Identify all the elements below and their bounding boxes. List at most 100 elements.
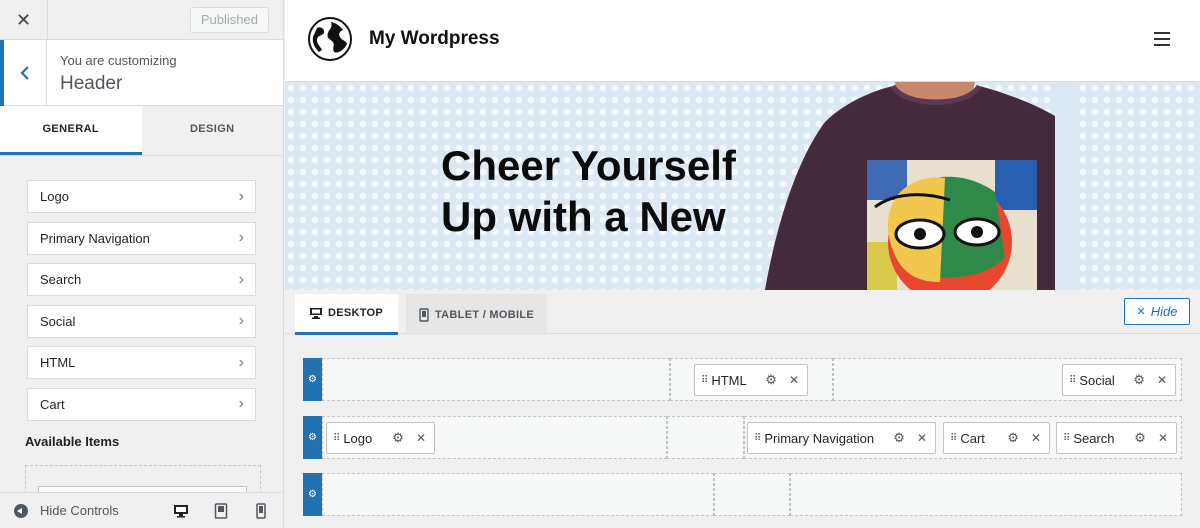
site-preview: My Wordpress Cheer Yourself Up with a Ne… (285, 0, 1200, 290)
item-social[interactable]: Social › (27, 304, 256, 338)
globe-logo-icon[interactable] (307, 16, 353, 62)
gear-icon[interactable]: ⚙ (1134, 430, 1146, 446)
builder-item-label: Primary Navigation (764, 430, 875, 446)
desktop-icon (309, 307, 322, 319)
gear-icon[interactable]: ⚙ (893, 430, 905, 446)
tab-tablet-mobile[interactable]: TABLET / MOBILE (406, 294, 547, 335)
chevron-right-icon: › (238, 270, 244, 288)
customizer-app: ✕ Published You are customizing Header G… (0, 0, 1200, 528)
builder-item-cart[interactable]: ⠿ Cart ⚙ ✕ (943, 422, 1050, 454)
row-settings-button[interactable]: ⚙ (303, 473, 322, 516)
tab-general[interactable]: GENERAL (0, 106, 142, 155)
builder-item-primary-navigation[interactable]: ⠿ Primary Navigation ⚙ ✕ (747, 422, 936, 454)
chevron-right-icon: › (238, 229, 244, 246)
section-title: Header (60, 73, 123, 94)
close-icon[interactable]: ✕ (1158, 431, 1168, 445)
drag-handle-icon[interactable]: ⠿ (950, 433, 957, 444)
customizing-text: You are customizing Header (60, 53, 177, 95)
gear-icon[interactable]: ⚙ (1133, 372, 1145, 388)
builder-item-label: Cart (960, 430, 985, 446)
customizer-sidebar: ✕ Published You are customizing Header G… (0, 0, 284, 528)
item-html[interactable]: HTML › (27, 346, 256, 379)
builder-row-top: ⚙ ⠿ HTML ⚙ ✕ ⠿ Social ⚙ ✕ (303, 358, 1182, 401)
hide-builder-button[interactable]: ✕ Hide (1124, 298, 1190, 325)
item-logo[interactable]: Logo › (27, 180, 256, 213)
published-button[interactable]: Published (189, 7, 269, 33)
hide-builder-label: Hide (1150, 304, 1178, 319)
hamburger-menu-icon[interactable] (1154, 32, 1170, 46)
gear-icon: ⚙ (308, 489, 317, 500)
drag-handle-icon[interactable]: ⠿ (754, 433, 761, 444)
hide-controls-label: Hide Controls (40, 503, 119, 518)
builder-row-bottom: ⚙ (303, 473, 1182, 516)
drag-handle-icon[interactable]: ⠿ (333, 433, 340, 444)
zone-left[interactable] (322, 358, 670, 401)
tshirt-model-image (765, 82, 1075, 290)
close-icon[interactable]: ✕ (789, 373, 799, 387)
builder-item-logo[interactable]: ⠿ Logo ⚙ ✕ (326, 422, 435, 454)
builder-item-html[interactable]: ⠿ HTML ⚙ ✕ (694, 364, 808, 396)
chevron-right-icon: › (238, 395, 244, 412)
site-header: My Wordpress (285, 0, 1200, 82)
chevron-right-icon: › (238, 353, 244, 371)
tablet-preview-button[interactable] (212, 502, 230, 519)
item-label: Logo (40, 189, 69, 204)
builder-item-label: HTML (711, 372, 747, 388)
zone-left[interactable] (322, 473, 714, 516)
customizing-label: You are customizing (60, 53, 177, 68)
gear-icon: ⚙ (308, 432, 317, 443)
tab-design[interactable]: DESIGN (141, 106, 283, 155)
builder-item-search[interactable]: ⠿ Search ⚙ ✕ (1056, 422, 1177, 454)
close-icon[interactable]: ✕ (1157, 373, 1167, 387)
item-label: Primary Navigation (40, 230, 150, 246)
sidebar-topbar: ✕ Published (0, 0, 283, 40)
zone-center[interactable] (714, 473, 790, 516)
device-switcher (172, 502, 283, 519)
chevron-right-icon: › (238, 187, 244, 205)
hero-banner: Cheer Yourself Up with a New (285, 82, 1200, 290)
mobile-icon (256, 502, 266, 519)
header-builder: DESKTOP TABLET / MOBILE ✕ Hide ⚙ ⠿ HTML … (285, 290, 1200, 528)
chevron-left-icon (20, 66, 29, 80)
drag-handle-icon[interactable]: ⠿ (701, 375, 708, 386)
customizing-header: You are customizing Header (0, 40, 283, 106)
gear-icon[interactable]: ⚙ (392, 430, 404, 446)
item-label: Cart (40, 396, 65, 412)
mobile-preview-button[interactable] (252, 502, 270, 519)
row-settings-button[interactable]: ⚙ (303, 358, 322, 401)
item-search[interactable]: Search › (27, 263, 256, 296)
item-label: Social (40, 313, 76, 329)
hide-controls-button[interactable]: Hide Controls (0, 503, 119, 518)
drag-handle-icon[interactable]: ⠿ (1063, 433, 1070, 444)
back-button[interactable] (0, 40, 47, 106)
builder-item-label: Search (1073, 430, 1115, 446)
tab-tablet-mobile-label: TABLET / MOBILE (434, 308, 534, 321)
zone-center[interactable] (667, 416, 744, 459)
builder-row-main: ⚙ ⠿ Logo ⚙ ✕ ⠿ Primary Navigation ⚙ ✕ ⠿ … (303, 416, 1182, 459)
close-icon[interactable]: ✕ (416, 431, 426, 445)
gear-icon: ⚙ (308, 374, 317, 385)
gear-icon[interactable]: ⚙ (765, 372, 777, 388)
item-primary-navigation[interactable]: Primary Navigation › (27, 221, 256, 255)
gear-icon[interactable]: ⚙ (1007, 430, 1019, 446)
close-icon[interactable]: ✕ (1031, 431, 1041, 445)
drag-handle-icon[interactable]: ⠿ (1069, 375, 1076, 386)
item-cart[interactable]: Cart › (27, 387, 256, 421)
builder-item-social[interactable]: ⠿ Social ⚙ ✕ (1062, 364, 1176, 396)
close-icon: ✕ (15, 9, 32, 30)
tablet-icon (419, 307, 429, 322)
chevron-right-icon: › (238, 312, 244, 329)
row-settings-button[interactable]: ⚙ (303, 416, 322, 459)
zone-right[interactable] (790, 473, 1182, 516)
desktop-preview-button[interactable] (172, 503, 190, 519)
site-title[interactable]: My Wordpress (369, 28, 500, 50)
item-label: Search (40, 272, 82, 287)
close-icon[interactable]: ✕ (917, 431, 927, 445)
tab-desktop[interactable]: DESKTOP (295, 294, 398, 335)
header-items-list: Logo › Primary Navigation › Search › Social… (0, 156, 283, 421)
hero-heading: Cheer Yourself Up with a New (441, 142, 736, 240)
panel-tabs: GENERAL DESIGN (0, 106, 283, 156)
desktop-icon (174, 504, 188, 517)
tablet-icon (214, 502, 228, 519)
close-customizer-button[interactable]: ✕ (0, 0, 48, 40)
